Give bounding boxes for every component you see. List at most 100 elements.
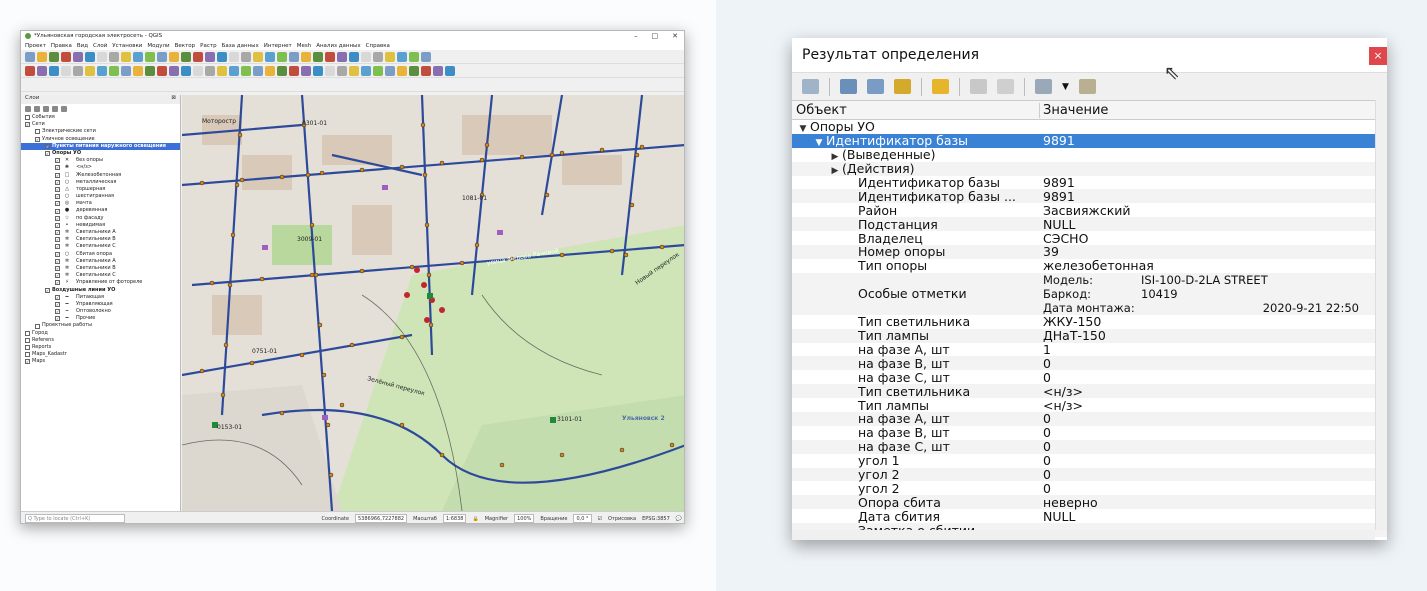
layer-item[interactable]: ✓ ✲ Светильники В bbox=[21, 236, 180, 243]
menu-item[interactable]: Правка bbox=[51, 43, 72, 49]
expand-icon[interactable] bbox=[43, 106, 49, 112]
layer-item[interactable]: ✓ ✲ Светильники А bbox=[21, 258, 180, 265]
layer-checkbox[interactable] bbox=[25, 345, 30, 351]
layer-checkbox[interactable] bbox=[35, 323, 40, 329]
layer-item[interactable]: Город bbox=[21, 330, 180, 337]
toolbar-button[interactable] bbox=[337, 65, 347, 76]
toolbar-button[interactable] bbox=[241, 51, 251, 62]
result-row[interactable]: на фазе C, шт 0 bbox=[792, 439, 1387, 454]
toolbar-button[interactable] bbox=[253, 51, 263, 62]
vertical-scrollbar[interactable] bbox=[1375, 100, 1387, 530]
toolbar-button[interactable] bbox=[337, 51, 347, 62]
result-row[interactable]: ▶ (Действия) bbox=[792, 161, 1387, 176]
locator-input[interactable]: Q Type to locate (Ctrl+K) bbox=[25, 514, 125, 523]
toolbar-button[interactable] bbox=[85, 65, 95, 76]
layer-item[interactable]: Referens bbox=[21, 337, 180, 344]
toolbar-button[interactable] bbox=[61, 65, 71, 76]
toolbar-button[interactable] bbox=[373, 51, 383, 62]
toolbar-button[interactable] bbox=[217, 51, 227, 62]
toolbar-button[interactable] bbox=[157, 65, 167, 76]
toolbar-button[interactable] bbox=[133, 51, 143, 62]
toolbar-button[interactable] bbox=[85, 51, 95, 62]
layer-checkbox[interactable]: ✓ bbox=[55, 215, 60, 221]
result-row[interactable]: Особые отметки Модель: ISI-100-D-2LA STREE… bbox=[792, 272, 1387, 315]
layer-item[interactable]: ✓ ✲ Светильники С bbox=[21, 243, 180, 250]
result-row[interactable]: ▶ (Выведенные) bbox=[792, 147, 1387, 162]
layer-item[interactable]: ✓ Maps bbox=[21, 358, 180, 365]
toolbar-button[interactable] bbox=[385, 51, 395, 62]
menu-item[interactable]: Модули bbox=[147, 43, 169, 49]
result-row[interactable]: на фазе А, шт 0 bbox=[792, 411, 1387, 426]
layer-checkbox[interactable]: ✓ bbox=[55, 280, 60, 286]
column-value[interactable]: Значение bbox=[1040, 103, 1108, 118]
toolbar-button[interactable] bbox=[301, 51, 311, 62]
toolbar-button[interactable] bbox=[157, 51, 167, 62]
toolbar-button[interactable] bbox=[445, 65, 455, 76]
toolbar-button[interactable] bbox=[181, 65, 191, 76]
result-row[interactable]: Тип светильника ЖКУ-150 bbox=[792, 314, 1387, 329]
toolbar-button[interactable] bbox=[49, 65, 59, 76]
layer-item[interactable]: ✓ Воздушные линии УО bbox=[21, 287, 180, 294]
layer-item[interactable]: ✓ Пункты питания наружного освещения bbox=[21, 142, 180, 150]
print-icon[interactable] bbox=[997, 79, 1014, 94]
toolbar-button[interactable] bbox=[277, 51, 287, 62]
toolbar-button[interactable] bbox=[229, 65, 239, 76]
layer-item[interactable]: ✓ ⚡ Управление от фотореле bbox=[21, 279, 180, 286]
layer-item[interactable]: ✓ ○ металлическая bbox=[21, 179, 180, 186]
layer-checkbox[interactable]: ✓ bbox=[25, 122, 30, 128]
layer-item[interactable]: Электрические сети bbox=[21, 128, 180, 135]
toolbar-button[interactable] bbox=[409, 51, 419, 62]
layer-checkbox[interactable]: ✓ bbox=[55, 201, 60, 207]
layer-item[interactable]: Проектные работы bbox=[21, 322, 180, 329]
layer-checkbox[interactable]: ✓ bbox=[45, 143, 50, 149]
layer-item[interactable]: ✓ □ Железобетонная bbox=[21, 172, 180, 179]
layer-checkbox[interactable]: ✓ bbox=[55, 273, 60, 279]
toolbar-button[interactable] bbox=[409, 65, 419, 76]
menu-item[interactable]: Вектор bbox=[175, 43, 196, 49]
filter-icon[interactable] bbox=[34, 106, 40, 112]
expand-tree-icon[interactable] bbox=[802, 79, 819, 94]
result-row[interactable]: Дата сбития NULL bbox=[792, 509, 1387, 524]
toolbar-button[interactable] bbox=[205, 51, 215, 62]
panel-close-icon[interactable]: ⊠ bbox=[171, 95, 176, 104]
rotation-field[interactable]: 0,0 ° bbox=[573, 514, 592, 523]
layer-item[interactable]: ✓ ❀ <н/з> bbox=[21, 164, 180, 171]
lock-icon[interactable]: 🔒 bbox=[472, 516, 478, 522]
menu-item[interactable]: Анализ данных bbox=[316, 43, 360, 49]
render-checkbox[interactable]: ☑ bbox=[598, 516, 602, 522]
toolbar-button[interactable] bbox=[253, 65, 263, 76]
layer-checkbox[interactable] bbox=[35, 129, 40, 135]
result-row[interactable]: на фазе C, шт 0 bbox=[792, 370, 1387, 385]
layer-checkbox[interactable]: ✓ bbox=[55, 179, 60, 185]
result-row[interactable]: угол 1 0 bbox=[792, 453, 1387, 468]
layer-checkbox[interactable]: ✓ bbox=[55, 186, 60, 192]
toolbar-button[interactable] bbox=[277, 65, 287, 76]
layer-item[interactable]: ✓ △ торшерная bbox=[21, 186, 180, 193]
toolbar-button[interactable] bbox=[169, 65, 179, 76]
toolbar-button[interactable] bbox=[325, 65, 335, 76]
toolbar-button[interactable] bbox=[265, 65, 275, 76]
layer-item[interactable]: ✓ ━ Прочие bbox=[21, 315, 180, 322]
menu-item[interactable]: Установки bbox=[112, 43, 142, 49]
toolbar-button[interactable] bbox=[121, 65, 131, 76]
layer-item[interactable]: События bbox=[21, 114, 180, 121]
add-group-icon[interactable] bbox=[25, 106, 31, 112]
copy-feature-icon[interactable] bbox=[970, 79, 987, 94]
remove-layer-icon[interactable] bbox=[61, 106, 67, 112]
toolbar-button[interactable] bbox=[397, 65, 407, 76]
toolbar-button[interactable] bbox=[193, 51, 203, 62]
layer-checkbox[interactable]: ✓ bbox=[55, 309, 60, 315]
menu-item[interactable]: Mesh bbox=[297, 43, 311, 49]
layer-item[interactable]: ✓ ✕ без опоры bbox=[21, 157, 180, 164]
result-row[interactable]: ▼ Опоры УО bbox=[792, 119, 1387, 134]
toolbar-button[interactable] bbox=[121, 51, 131, 62]
layer-checkbox[interactable] bbox=[25, 352, 30, 358]
toolbar-button[interactable] bbox=[169, 51, 179, 62]
layer-checkbox[interactable]: ✓ bbox=[25, 359, 30, 365]
toolbar-button[interactable] bbox=[301, 65, 311, 76]
layer-item[interactable]: ✓ ✲ Светильники С bbox=[21, 272, 180, 279]
menu-item[interactable]: Растр bbox=[200, 43, 216, 49]
magnifier-field[interactable]: 100% bbox=[514, 514, 535, 523]
layer-item[interactable]: ✓ ━ Управляющая bbox=[21, 301, 180, 308]
minimize-icon[interactable]: – bbox=[634, 32, 638, 40]
